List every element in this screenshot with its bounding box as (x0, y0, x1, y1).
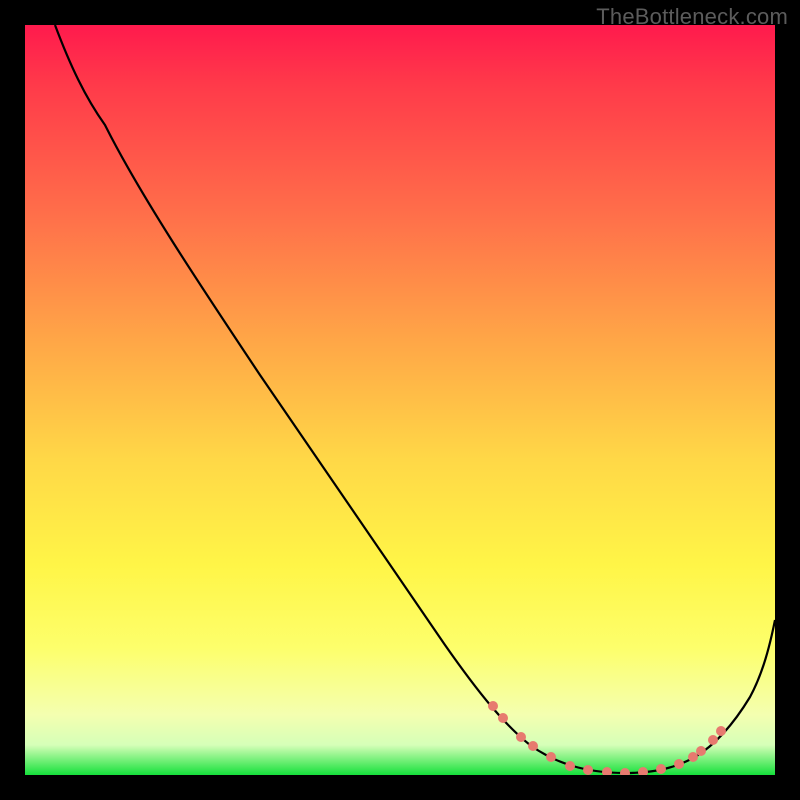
flat-zone-dots (488, 701, 726, 775)
bottleneck-curve (55, 25, 775, 773)
chart-frame: TheBottleneck.com (0, 0, 800, 800)
curve-svg (25, 25, 775, 775)
gradient-plot (25, 25, 775, 775)
